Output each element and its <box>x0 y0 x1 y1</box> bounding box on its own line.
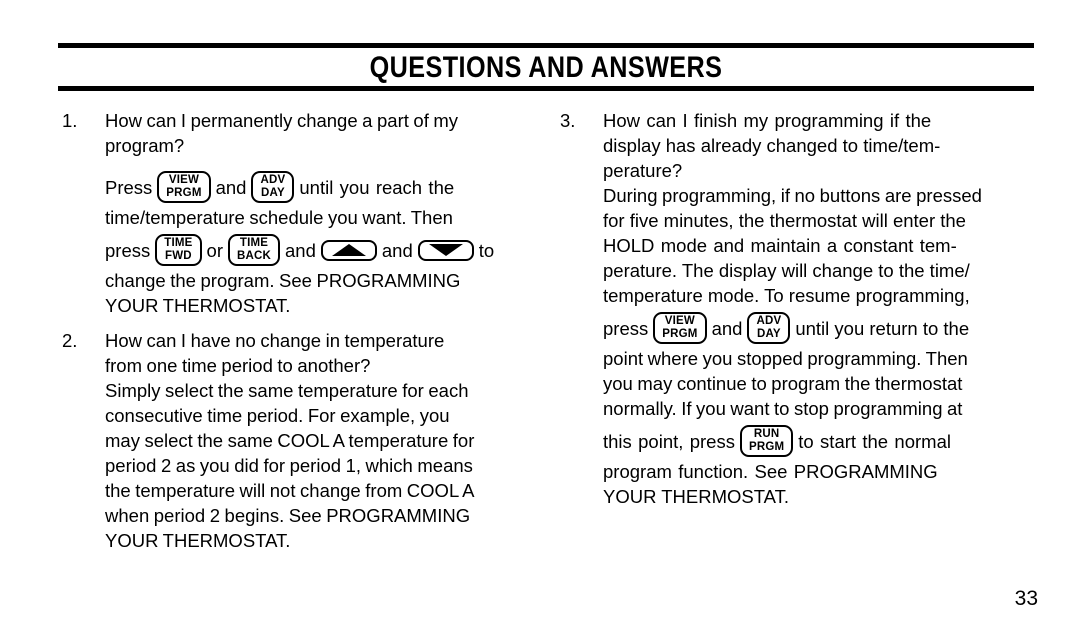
and-label-3: and <box>381 239 413 261</box>
qa-answer-3-line-10: this point, press RUN PRGM to start the … <box>603 425 1046 457</box>
document-page: QUESTIONS AND ANSWERS 1. How can I perma… <box>0 0 1080 623</box>
qa-answer-3-line-5: temperature mode. To resume programming, <box>603 285 970 306</box>
qa-body-1: How can I permanently change a part of m… <box>105 108 548 318</box>
right-column: 3. How can I finish my programming if th… <box>558 108 1046 519</box>
up-arrow-button[interactable] <box>320 239 377 261</box>
qa-question-3-line-1: How can I finish my programming if the <box>603 110 932 131</box>
qa-answer-2-line-1: Simply select the same temperature for e… <box>105 380 469 401</box>
page-title: QUESTIONS AND ANSWERS <box>369 51 723 84</box>
qa-item-3: 3. How can I finish my programming if th… <box>558 108 1046 509</box>
qa-answer-1-line-3: press TIME FWD or TIME BACK and and to <box>105 234 548 266</box>
qa-question-1-line-1: How can I permanently change a part of m… <box>105 110 459 131</box>
qa-answer-3-line-8: you may continue to program the thermost… <box>603 373 963 394</box>
adv-day-button-2[interactable]: ADV DAY <box>747 312 791 344</box>
qa-answer-2-line-2: consecutive time period. For example, yo… <box>105 405 450 426</box>
qa-question-2-line-1: How can I have no change in temperature <box>105 330 445 351</box>
qa-answer-3-line-2: for five minutes, the thermostat will en… <box>603 210 966 231</box>
adv-day-button-line-1: ADV <box>260 174 286 186</box>
time-back-button[interactable]: TIME BACK <box>227 234 281 266</box>
qa-question-1-line-2: program? <box>105 135 185 156</box>
qa-answer-1-line-4: change the program. See PROGRAMMING <box>105 270 461 291</box>
adv-day-button[interactable]: ADV DAY <box>251 171 295 203</box>
time-back-button-line-2: BACK <box>236 250 272 262</box>
qa-answer-3-line-12: YOUR THERMOSTAT. <box>603 486 790 507</box>
and-label-1: and <box>215 176 247 198</box>
qa-answer-3-line-11: program function. See PROGRAMMING <box>603 461 938 482</box>
down-arrow-icon <box>428 244 463 256</box>
time-fwd-button[interactable]: TIME FWD <box>155 234 202 266</box>
to-label: to <box>478 239 495 261</box>
view-prgm-button-line-2: PRGM <box>166 187 202 199</box>
qa-question-3-line-3: perature? <box>603 160 683 181</box>
qa-answer-2-line-7: YOUR THERMOSTAT. <box>105 530 291 551</box>
left-column: 1. How can I permanently change a part o… <box>60 108 548 563</box>
this-point-press-label: this point, press <box>603 430 735 452</box>
time-fwd-button-line-2: FWD <box>164 250 192 262</box>
qa-answer-2-line-3: may select the same COOL A temperature f… <box>105 430 475 451</box>
adv-day-button-line-2: DAY <box>261 187 285 199</box>
qa-question-2-line-2: from one time period to another? <box>105 355 371 376</box>
run-prgm-button-line-1: RUN <box>753 428 780 440</box>
qa-item-1: 1. How can I permanently change a part o… <box>60 108 548 318</box>
qa-answer-2-line-4: period 2 as you did for period 1, which … <box>105 455 473 476</box>
qa-answer-3-line-6: press VIEW PRGM and ADV DAY until you re… <box>603 312 1046 344</box>
header-rule-top <box>58 43 1034 48</box>
view-prgm-button-2-line-1: VIEW <box>664 315 695 327</box>
qa-number-2: 2. <box>62 330 78 351</box>
qa-answer-3-line-9: normally. If you want to stop programmin… <box>603 398 963 419</box>
to-start-normal-label: to start the normal <box>798 430 951 452</box>
qa-answer-3-line-3: HOLD mode and maintain a constant tem- <box>603 235 957 256</box>
until-you-reach-label: until you reach the <box>299 176 455 198</box>
qa-answer-2-line-5: the temperature will not change from COO… <box>105 480 475 501</box>
press-label: Press <box>105 176 153 198</box>
time-back-button-line-1: TIME <box>239 237 269 249</box>
adv-day-button-2-line-1: ADV <box>756 315 782 327</box>
qa-answer-3-line-4: perature. The display will change to the… <box>603 260 970 281</box>
qa-answer-1-line-1: Press VIEW PRGM and ADV DAY until you re… <box>105 171 548 203</box>
adv-day-button-2-line-2: DAY <box>756 328 781 340</box>
and-label-4: and <box>711 317 743 339</box>
or-label: or <box>206 239 223 261</box>
qa-answer-1-line-2: time/temperature schedule you want. Then <box>105 207 453 228</box>
down-arrow-button[interactable] <box>417 239 474 261</box>
qa-number-3: 3. <box>560 110 576 131</box>
qa-body-3: How can I finish my programming if the d… <box>603 108 1046 509</box>
header-rule-bottom <box>58 86 1034 91</box>
view-prgm-button-2[interactable]: VIEW PRGM <box>653 312 707 344</box>
time-fwd-button-line-1: TIME <box>164 237 193 249</box>
qa-answer-3-line-7: point where you stopped programming. The… <box>603 348 968 369</box>
until-you-return-label: until you return to the <box>795 317 970 339</box>
and-label-2: and <box>285 239 316 261</box>
qa-item-2: 2. How can I have no change in temperatu… <box>60 328 548 553</box>
qa-answer-1-line-5: YOUR THERMOSTAT. <box>105 295 291 316</box>
view-prgm-button-line-1: VIEW <box>168 174 200 186</box>
run-prgm-button-line-2: PRGM <box>748 441 785 453</box>
qa-answer-2-line-6: when period 2 begins. See PROGRAMMING <box>105 505 471 526</box>
qa-number-1: 1. <box>62 110 78 131</box>
page-number: 33 <box>1014 587 1038 610</box>
press-label-2: press <box>105 239 151 261</box>
qa-answer-3-line-1: During programming, if no buttons are pr… <box>603 185 982 206</box>
run-prgm-button[interactable]: RUN PRGM <box>739 425 794 457</box>
up-arrow-icon <box>331 244 366 256</box>
view-prgm-button[interactable]: VIEW PRGM <box>157 171 211 203</box>
view-prgm-button-2-line-2: PRGM <box>662 328 698 340</box>
qa-body-2: How can I have no change in temperature … <box>105 328 548 553</box>
press-label-3: press <box>603 317 649 339</box>
qa-question-3-line-2: display has already changed to time/tem- <box>603 135 941 156</box>
